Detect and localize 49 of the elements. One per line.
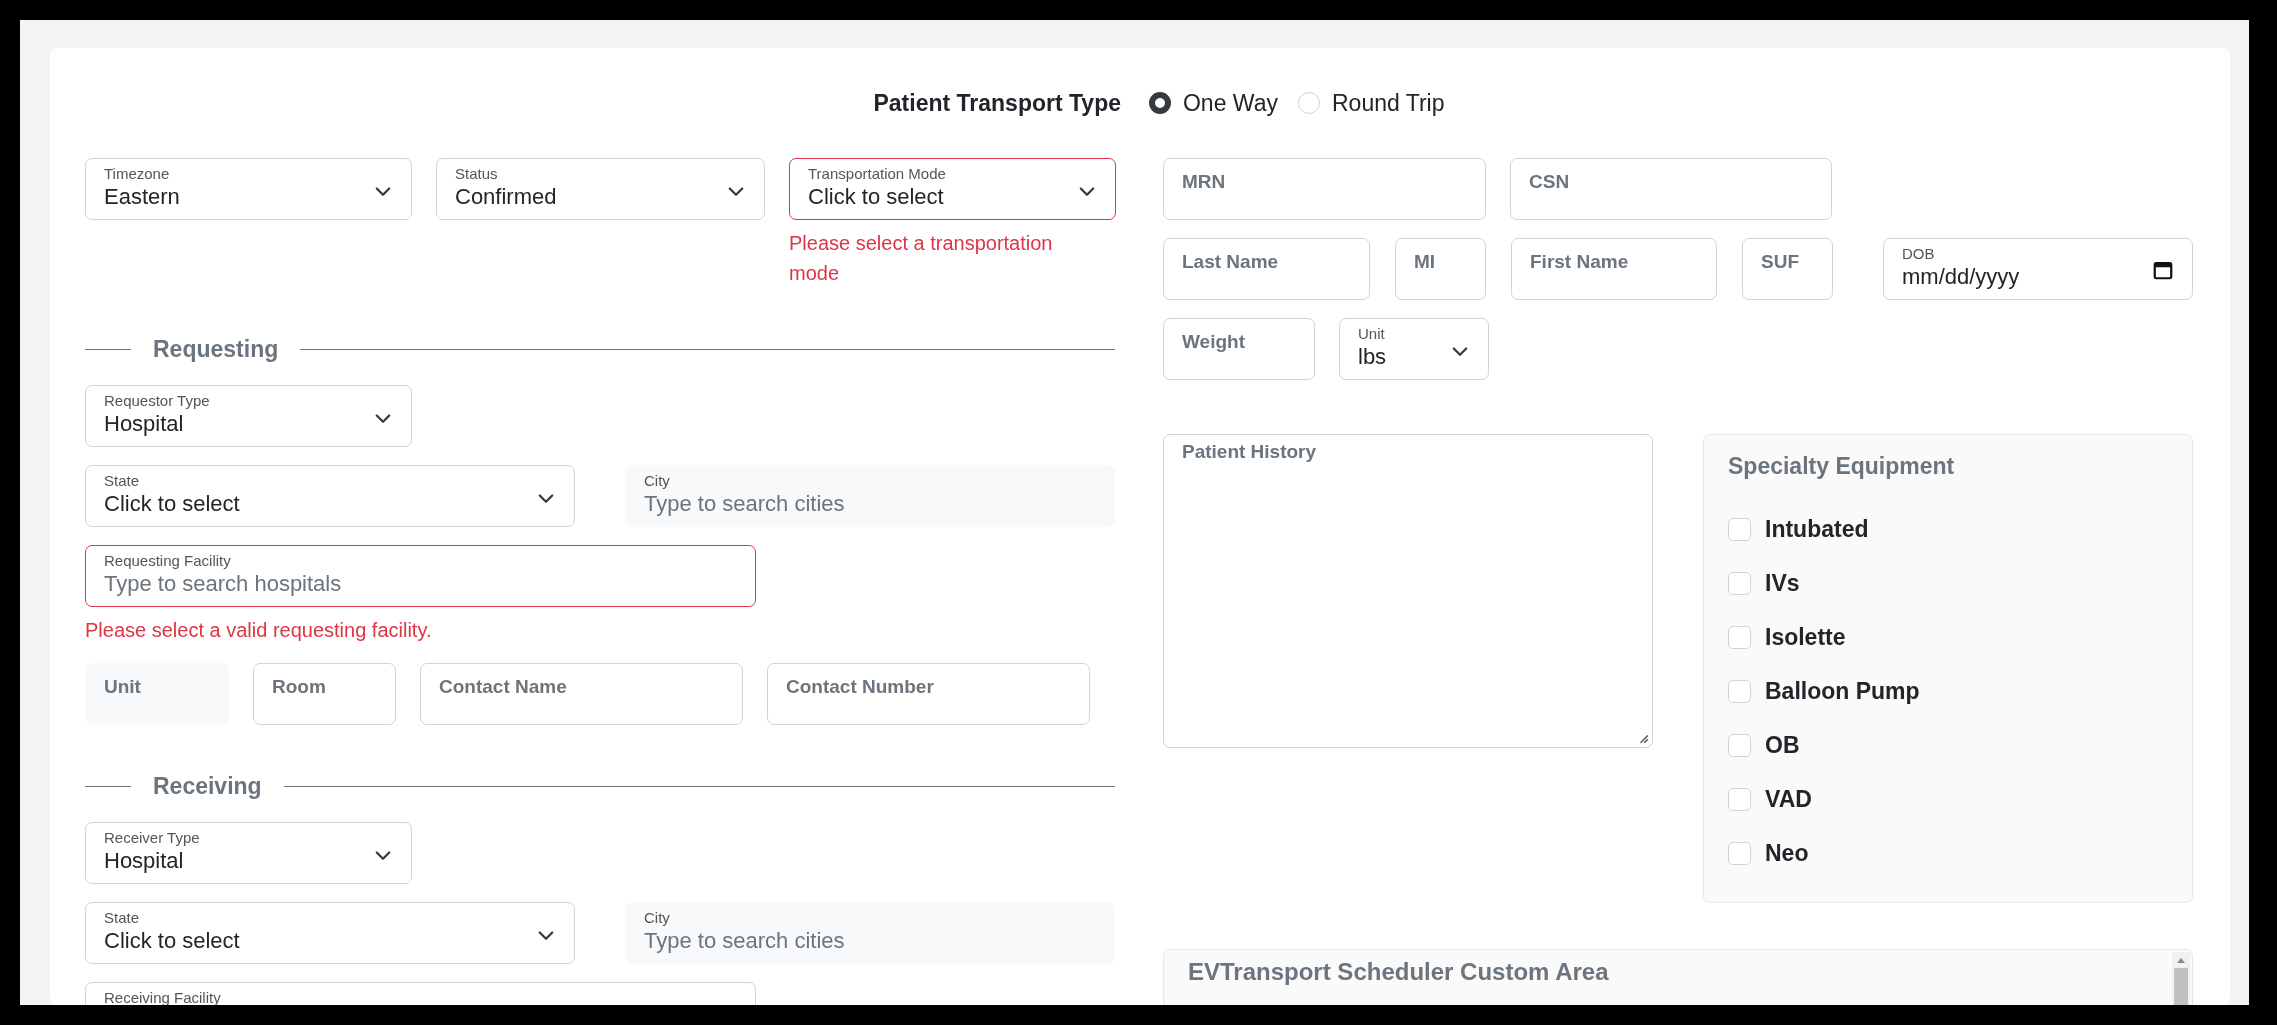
input-field[interactable]: Room [253, 663, 396, 725]
error-message: Please select a transportation mode [789, 231, 1054, 286]
select-field[interactable]: Requestor Type Hospital [85, 385, 412, 447]
date-field[interactable]: DOB mm/dd/yyyy [1883, 238, 2193, 300]
select-field[interactable]: Unit lbs [1339, 318, 1489, 380]
input-field[interactable]: Last Name [1163, 238, 1370, 300]
select-field[interactable]: Status Confirmed [436, 158, 765, 220]
resize-handle-icon[interactable] [1637, 732, 1649, 744]
checkbox[interactable] [1728, 571, 1751, 595]
checkbox[interactable] [1728, 625, 1751, 649]
radio-option[interactable]: One Way [1149, 89, 1278, 117]
panel-title: Specialty Equipment [1728, 453, 1956, 480]
checkbox[interactable] [1728, 517, 1751, 541]
search-field[interactable]: Requesting Facility Type to search hospitals [85, 545, 756, 607]
checkbox-label[interactable]: IVs [1765, 569, 1800, 597]
checkbox[interactable] [1728, 841, 1751, 865]
scrollbar[interactable] [2172, 952, 2190, 1005]
patient-history-textarea[interactable]: Patient History [1163, 434, 1653, 748]
section-heading: Receiving [153, 773, 262, 800]
input-field[interactable]: First Name [1511, 238, 1717, 300]
input-field[interactable]: SUF [1742, 238, 1833, 300]
input-field[interactable]: Contact Number [767, 663, 1090, 725]
transport-type-label: Patient Transport Type [873, 89, 1121, 117]
radio-circle-icon[interactable] [1149, 92, 1171, 114]
input-field[interactable]: MI [1395, 238, 1486, 300]
panel-title: EVTransport Scheduler Custom Area [1188, 958, 1610, 986]
select-field[interactable]: Timezone Eastern [85, 158, 412, 220]
checkbox-label[interactable]: Neo [1765, 839, 1809, 867]
error-message: Please select a valid requesting facility. [85, 618, 433, 643]
input-field[interactable]: MRN [1163, 158, 1486, 220]
input-field[interactable]: Contact Name [420, 663, 743, 725]
select-field[interactable]: Receiver Type Hospital [85, 822, 412, 884]
checkbox-label[interactable]: Balloon Pump [1765, 677, 1920, 705]
select-field[interactable]: Transportation Mode Click to select [789, 158, 1116, 220]
section-heading: Requesting [153, 336, 279, 363]
calendar-icon[interactable] [2152, 259, 2174, 281]
checkbox-label[interactable]: Intubated [1765, 515, 1869, 543]
scroll-up-arrow-icon[interactable] [2176, 956, 2186, 964]
checkbox-label[interactable]: Isolette [1765, 623, 1846, 651]
checkbox-label[interactable]: VAD [1765, 785, 1812, 813]
select-field[interactable]: State Click to select [85, 902, 575, 964]
checkbox[interactable] [1728, 787, 1751, 811]
input-field[interactable]: Weight [1163, 318, 1315, 380]
radio-option[interactable]: Round Trip [1298, 89, 1445, 117]
input-field[interactable]: CSN [1510, 158, 1832, 220]
select-field[interactable]: State Click to select [85, 465, 575, 527]
checkbox[interactable] [1728, 679, 1751, 703]
checkbox-label[interactable]: OB [1765, 731, 1800, 759]
checkbox[interactable] [1728, 733, 1751, 757]
